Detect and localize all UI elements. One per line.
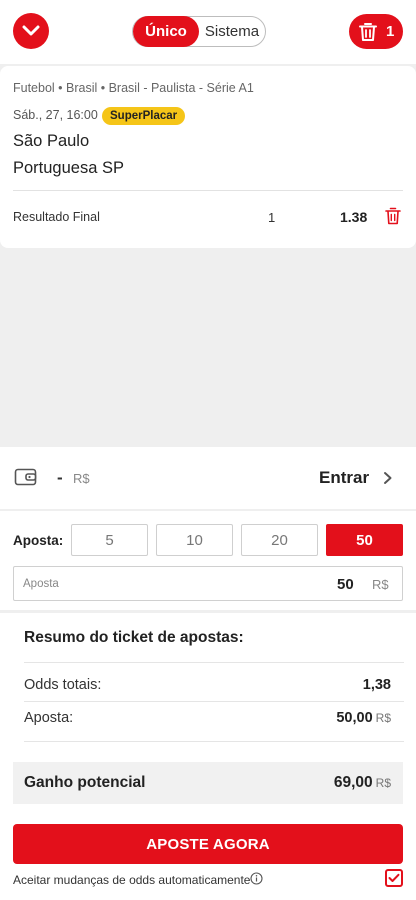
home-team: São Paulo [13, 132, 90, 150]
bet-mode-toggle: Único Sistema [132, 16, 266, 47]
checkmark-icon [388, 873, 400, 882]
summary-stake-number: 50,00 [336, 710, 373, 726]
ticket-summary: Resumo do ticket de apostas: Odds totais… [0, 613, 416, 900]
event-breadcrumb: Futebol • Brasil • Brasil - Paulista - S… [13, 81, 254, 95]
away-team: Portuguesa SP [13, 159, 124, 177]
chevron-right-icon[interactable] [383, 471, 393, 490]
potential-gain-box: Ganho potencial 69,00 R$ [13, 762, 403, 804]
divider [24, 701, 404, 702]
stake-chip-20[interactable]: 20 [241, 524, 318, 556]
total-odds-value: 1,38 [363, 677, 391, 693]
mode-single-tab[interactable]: Único [133, 16, 199, 47]
stake-input[interactable]: Aposta 50 R$ [13, 566, 403, 601]
potential-gain-label: Ganho potencial [24, 774, 146, 791]
selection-count: 1 [386, 23, 395, 40]
login-link[interactable]: Entrar [319, 468, 369, 488]
superplacar-badge: SuperPlacar [102, 107, 186, 125]
summary-stake-label: Aposta: [24, 710, 74, 726]
accept-odds-label: Aceitar mudanças de odds automaticamente [13, 873, 251, 887]
divider [13, 190, 403, 191]
stake-chip-10[interactable]: 10 [156, 524, 233, 556]
market-name: Resultado Final [13, 210, 100, 224]
trash-icon [359, 22, 377, 41]
total-odds-label: Odds totais: [24, 677, 102, 693]
bet-selection-card: Futebol • Brasil • Brasil - Paulista - S… [0, 66, 416, 248]
divider [24, 741, 404, 742]
stake-chip-5[interactable]: 5 [71, 524, 148, 556]
stake-input-currency: R$ [372, 577, 389, 592]
selection-odd: 1.38 [340, 209, 368, 225]
bet-slip-header: Único Sistema 1 [0, 0, 416, 64]
collapse-slip-button[interactable] [13, 13, 49, 49]
chevron-down-icon [22, 25, 40, 36]
selection-outcome: 1 [268, 210, 276, 225]
balance-value: - [57, 468, 63, 487]
wallet-row: - R$ Entrar [0, 447, 416, 509]
stake-panel: Aposta: 5 10 20 50 Aposta 50 R$ [0, 511, 416, 610]
mode-system-tab[interactable]: Sistema [199, 17, 265, 46]
summary-title: Resumo do ticket de apostas: [24, 629, 244, 646]
event-datetime: Sáb., 27, 16:00 [13, 108, 98, 122]
potential-gain-value: 69,00 R$ [334, 774, 391, 792]
total-odds-number: 1,38 [362, 677, 391, 693]
potential-gain-number: 69,00 [333, 774, 373, 791]
summary-stake-value: 50,00 R$ [336, 710, 391, 726]
accept-odds-checkbox[interactable] [385, 869, 403, 887]
stake-chip-50[interactable]: 50 [326, 524, 403, 556]
balance-currency: R$ [73, 471, 90, 486]
stake-input-label: Aposta [23, 578, 59, 590]
remove-selection-button[interactable] [385, 207, 401, 230]
clear-slip-button[interactable]: 1 [349, 14, 403, 49]
wallet-icon [14, 467, 38, 492]
divider [24, 662, 404, 663]
place-bet-button[interactable]: APOSTE AGORA [13, 824, 403, 864]
stake-label: Aposta: [13, 533, 64, 548]
potential-gain-currency: R$ [375, 776, 391, 790]
stake-input-value: 50 [337, 576, 354, 593]
info-icon[interactable] [250, 872, 263, 890]
trash-icon [385, 207, 401, 225]
summary-stake-currency: R$ [375, 711, 391, 725]
